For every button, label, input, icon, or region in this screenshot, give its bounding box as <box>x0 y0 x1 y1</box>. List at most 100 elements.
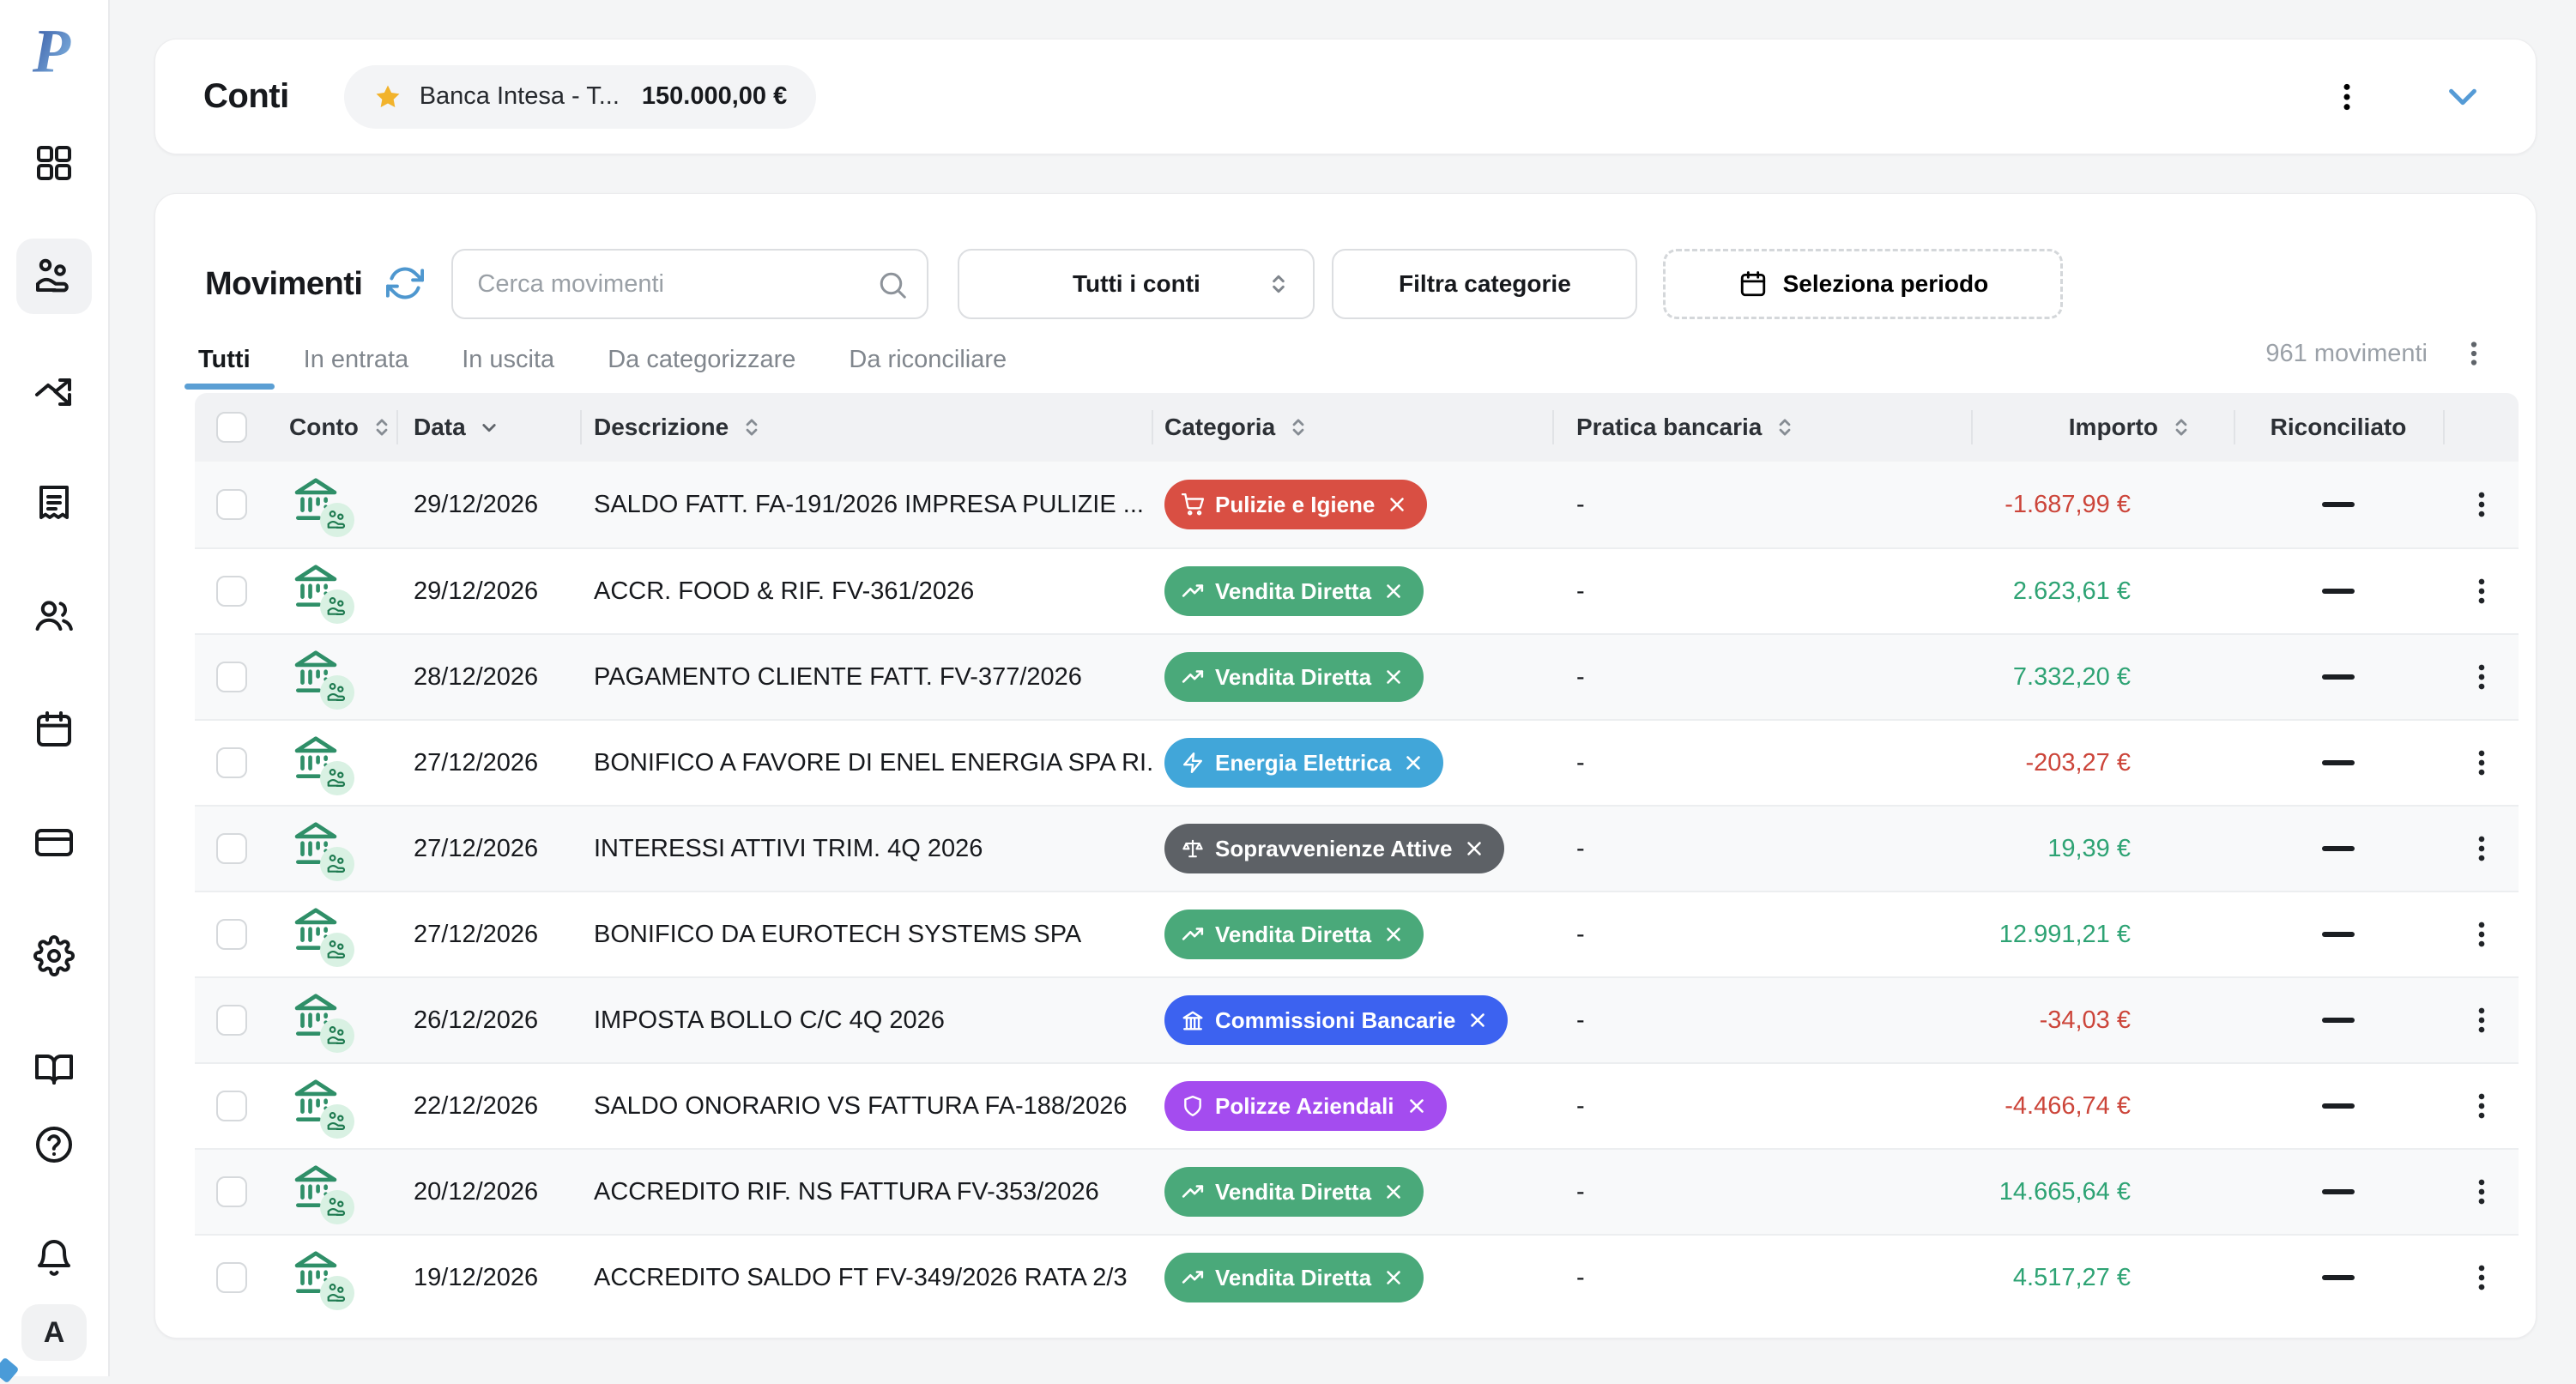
column-header-data[interactable]: Data <box>396 393 580 462</box>
favorite-account-pill[interactable]: Banca Intesa - T... 150.000,00 € <box>344 65 817 129</box>
row-checkbox[interactable] <box>216 1176 247 1207</box>
sidebar-item-notifications[interactable] <box>16 1220 92 1296</box>
table-row[interactable]: 28/12/2026PAGAMENTO CLIENTE FATT. FV-377… <box>195 633 2519 719</box>
column-header-importo[interactable]: Importo <box>1971 393 2234 462</box>
sidebar-bottom-nav <box>16 1107 92 1296</box>
sidebar-nav <box>16 125 92 1107</box>
remove-category-icon[interactable] <box>1406 1095 1428 1117</box>
tab-tutti[interactable]: Tutti <box>198 346 251 390</box>
table-row[interactable]: 26/12/2026IMPOSTA BOLLO C/C 4Q 2026Commi… <box>195 976 2519 1062</box>
hand-coins-icon <box>326 853 348 875</box>
sidebar-item-cards[interactable] <box>16 805 92 880</box>
table-row[interactable]: 27/12/2026INTERESSI ATTIVI TRIM. 4Q 2026… <box>195 805 2519 891</box>
column-header-categoria[interactable]: Categoria <box>1152 393 1552 462</box>
sidebar-item-calendar[interactable] <box>16 692 92 767</box>
remove-category-icon[interactable] <box>1402 752 1424 774</box>
tab-in-entrata[interactable]: In entrata <box>304 346 409 390</box>
row-checkbox[interactable] <box>216 576 247 607</box>
remove-category-icon[interactable] <box>1466 1009 1489 1031</box>
row-menu-button[interactable] <box>2457 995 2506 1045</box>
category-badge[interactable]: Sopravvenienze Attive <box>1164 824 1504 873</box>
table-row[interactable]: 27/12/2026BONIFICO A FAVORE DI ENEL ENER… <box>195 719 2519 805</box>
row-menu-button[interactable] <box>2457 1081 2506 1131</box>
row-menu-button[interactable] <box>2457 566 2506 616</box>
remove-category-icon[interactable] <box>1382 1181 1405 1203</box>
remove-category-icon[interactable] <box>1382 580 1405 602</box>
select-all-checkbox[interactable] <box>216 412 247 443</box>
avatar[interactable]: A <box>21 1304 87 1361</box>
row-checkbox[interactable] <box>216 833 247 864</box>
table-row[interactable]: 19/12/2026ACCREDITO SALDO FT FV-349/2026… <box>195 1234 2519 1320</box>
sidebar-item-contacts[interactable] <box>16 578 92 654</box>
refresh-button[interactable] <box>386 264 424 305</box>
remove-category-icon[interactable] <box>1386 493 1408 516</box>
category-badge[interactable]: Pulizie e Igiene <box>1164 480 1427 529</box>
remove-category-icon[interactable] <box>1463 837 1485 860</box>
remove-category-icon[interactable] <box>1382 666 1405 688</box>
row-checkbox[interactable] <box>216 747 247 778</box>
category-badge[interactable]: Vendita Diretta <box>1164 910 1424 959</box>
column-header-pratica-bancaria[interactable]: Pratica bancaria <box>1552 393 1971 462</box>
column-header-descrizione[interactable]: Descrizione <box>580 393 1152 462</box>
hand-coin-badge-icon <box>320 503 354 537</box>
kebab-icon <box>2465 661 2498 693</box>
hand-coins-icon <box>326 1282 348 1304</box>
select-period-button[interactable]: Seleziona periodo <box>1663 249 2063 319</box>
category-badge[interactable]: Vendita Diretta <box>1164 1167 1424 1217</box>
table-menu-button[interactable] <box>2450 329 2498 378</box>
category-badge[interactable]: Vendita Diretta <box>1164 566 1424 616</box>
movements-table: ContoDataDescrizioneCategoriaPratica ban… <box>195 393 2519 1320</box>
row-menu-button[interactable] <box>2457 1253 2506 1302</box>
sidebar-item-invoices[interactable] <box>16 465 92 541</box>
category-badge[interactable]: Energia Elettrica <box>1164 738 1443 788</box>
search-box <box>451 249 928 319</box>
column-header-select <box>195 393 276 462</box>
table-row[interactable]: 20/12/2026ACCREDITO RIF. NS FATTURA FV-3… <box>195 1148 2519 1234</box>
remove-category-icon[interactable] <box>1382 1266 1405 1289</box>
hand-coin-badge-icon <box>320 761 354 795</box>
tab-da-riconciliare[interactable]: Da riconciliare <box>849 346 1007 390</box>
tab-in-uscita[interactable]: In uscita <box>462 346 554 390</box>
accounts-collapse-button[interactable] <box>2434 69 2491 125</box>
movement-date: 28/12/2026 <box>396 635 580 719</box>
row-menu-button[interactable] <box>2457 910 2506 959</box>
category-badge[interactable]: Vendita Diretta <box>1164 1253 1424 1302</box>
account-filter-select[interactable]: Tutti i conti <box>958 249 1315 319</box>
remove-category-icon[interactable] <box>1382 923 1405 946</box>
trend-icon <box>33 369 75 410</box>
bank-practice: - <box>1552 549 1971 633</box>
sidebar-item-movements[interactable] <box>16 239 92 314</box>
row-checkbox[interactable] <box>216 489 247 520</box>
table-row[interactable]: 29/12/2026ACCR. FOOD & RIF. FV-361/2026V… <box>195 547 2519 633</box>
row-checkbox[interactable] <box>216 1091 247 1121</box>
accounts-menu-button[interactable] <box>2321 71 2373 123</box>
bank-practice: - <box>1552 721 1971 805</box>
sidebar-item-analytics[interactable] <box>16 352 92 427</box>
row-checkbox[interactable] <box>216 1262 247 1293</box>
category-badge[interactable]: Polizze Aziendali <box>1164 1081 1447 1131</box>
row-checkbox[interactable] <box>216 662 247 692</box>
sidebar-item-guide[interactable] <box>16 1031 92 1107</box>
scales-icon <box>1182 837 1204 860</box>
row-menu-button[interactable] <box>2457 480 2506 529</box>
search-input[interactable] <box>451 249 928 319</box>
app-logo[interactable]: P <box>25 19 83 81</box>
sidebar-item-help[interactable] <box>16 1107 92 1182</box>
row-menu-button[interactable] <box>2457 738 2506 788</box>
row-checkbox[interactable] <box>216 919 247 950</box>
sidebar-item-dashboard[interactable] <box>16 125 92 201</box>
table-row[interactable]: 27/12/2026BONIFICO DA EUROTECH SYSTEMS S… <box>195 891 2519 976</box>
table-row[interactable]: 29/12/2026SALDO FATT. FA-191/2026 IMPRES… <box>195 462 2519 547</box>
row-menu-button[interactable] <box>2457 1167 2506 1217</box>
filter-categories-button[interactable]: Filtra categorie <box>1332 249 1637 319</box>
row-menu-button[interactable] <box>2457 824 2506 873</box>
table-row[interactable]: 22/12/2026SALDO ONORARIO VS FATTURA FA-1… <box>195 1062 2519 1148</box>
category-badge[interactable]: Commissioni Bancarie <box>1164 995 1508 1045</box>
row-menu-button[interactable] <box>2457 652 2506 702</box>
tab-da-categorizzare[interactable]: Da categorizzare <box>608 346 795 390</box>
kebab-icon <box>2465 575 2498 607</box>
row-checkbox[interactable] <box>216 1005 247 1036</box>
category-badge[interactable]: Vendita Diretta <box>1164 652 1424 702</box>
column-header-conto[interactable]: Conto <box>276 393 396 462</box>
sidebar-item-settings[interactable] <box>16 918 92 994</box>
